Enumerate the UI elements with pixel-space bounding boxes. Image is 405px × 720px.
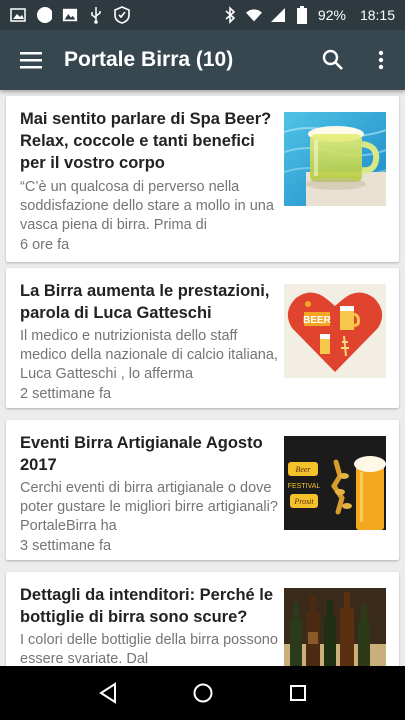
photo-notification-icon bbox=[62, 7, 78, 23]
image-notification-icon bbox=[10, 7, 26, 23]
article-time: 3 settimane fa bbox=[20, 538, 112, 554]
cellular-signal-icon bbox=[270, 7, 286, 23]
navigation-bar bbox=[0, 666, 405, 720]
article-thumbnail-spa-beer bbox=[284, 112, 386, 206]
home-button[interactable] bbox=[183, 673, 223, 713]
article-time: 6 ore fa bbox=[20, 237, 70, 253]
recents-square-icon bbox=[289, 685, 306, 701]
article-feed[interactable]: Mai sentito parlare di Spa Beer? Relax, … bbox=[0, 90, 405, 666]
usb-icon bbox=[88, 7, 104, 24]
article-thumbnail-beer-festival: Beer FESTIVAL Prosit bbox=[284, 436, 386, 530]
article-title: Mai sentito parlare di Spa Beer? Relax, … bbox=[20, 110, 272, 172]
battery-icon bbox=[294, 6, 310, 24]
circle-notification-icon bbox=[36, 7, 52, 23]
app-bar: Portale Birra (10) bbox=[0, 30, 405, 90]
back-triangle-icon bbox=[98, 682, 116, 704]
hamburger-menu-icon bbox=[20, 52, 42, 69]
clock: 18:15 bbox=[359, 7, 395, 23]
search-button[interactable] bbox=[309, 30, 357, 90]
article-card[interactable]: La Birra aumenta le prestazioni, parola … bbox=[6, 268, 399, 408]
thumbnail-prosit-text: Prosit bbox=[293, 497, 314, 506]
article-excerpt: “C’è un qualcosa di perverso nella soddi… bbox=[20, 179, 274, 233]
page-title: Portale Birra (10) bbox=[64, 48, 234, 71]
wifi-icon bbox=[245, 7, 262, 23]
article-card[interactable]: Mai sentito parlare di Spa Beer? Relax, … bbox=[6, 96, 399, 262]
article-excerpt: I colori delle bottiglie della birra pos… bbox=[20, 632, 278, 666]
status-bar: 92% 18:15 bbox=[0, 0, 405, 30]
overflow-menu-button[interactable] bbox=[357, 30, 405, 90]
bluetooth-icon bbox=[222, 6, 238, 24]
article-card[interactable]: Eventi Birra Artigianale Agosto 2017 Cer… bbox=[6, 420, 399, 560]
article-thumbnail-dark-bottles bbox=[284, 588, 386, 666]
article-card[interactable]: Dettagli da intenditori: Perché le botti… bbox=[6, 572, 399, 666]
shield-icon bbox=[114, 6, 130, 24]
more-vertical-icon bbox=[378, 50, 384, 70]
article-excerpt: Cerchi eventi di birra artigianale o dov… bbox=[20, 480, 278, 534]
home-circle-icon bbox=[193, 683, 212, 703]
back-button[interactable] bbox=[88, 673, 128, 713]
article-title: La Birra aumenta le prestazioni, parola … bbox=[20, 282, 270, 322]
recents-button[interactable] bbox=[278, 673, 318, 713]
article-time: 2 settimane fa bbox=[20, 386, 112, 402]
search-icon bbox=[322, 49, 343, 70]
article-excerpt: Il medico e nutrizionista dello staff me… bbox=[20, 328, 278, 382]
thumbnail-festival-text: FESTIVAL bbox=[288, 483, 321, 490]
thumbnail-beer-text: BEER bbox=[303, 315, 332, 326]
article-title: Eventi Birra Artigianale Agosto 2017 bbox=[20, 434, 263, 474]
article-title: Dettagli da intenditori: Perché le botti… bbox=[20, 586, 274, 626]
article-thumbnail-beer-heart: BEER bbox=[284, 284, 386, 378]
menu-button[interactable] bbox=[0, 30, 64, 90]
battery-percentage: 92% bbox=[317, 7, 346, 23]
thumbnail-beer-text: Beer bbox=[295, 465, 311, 474]
